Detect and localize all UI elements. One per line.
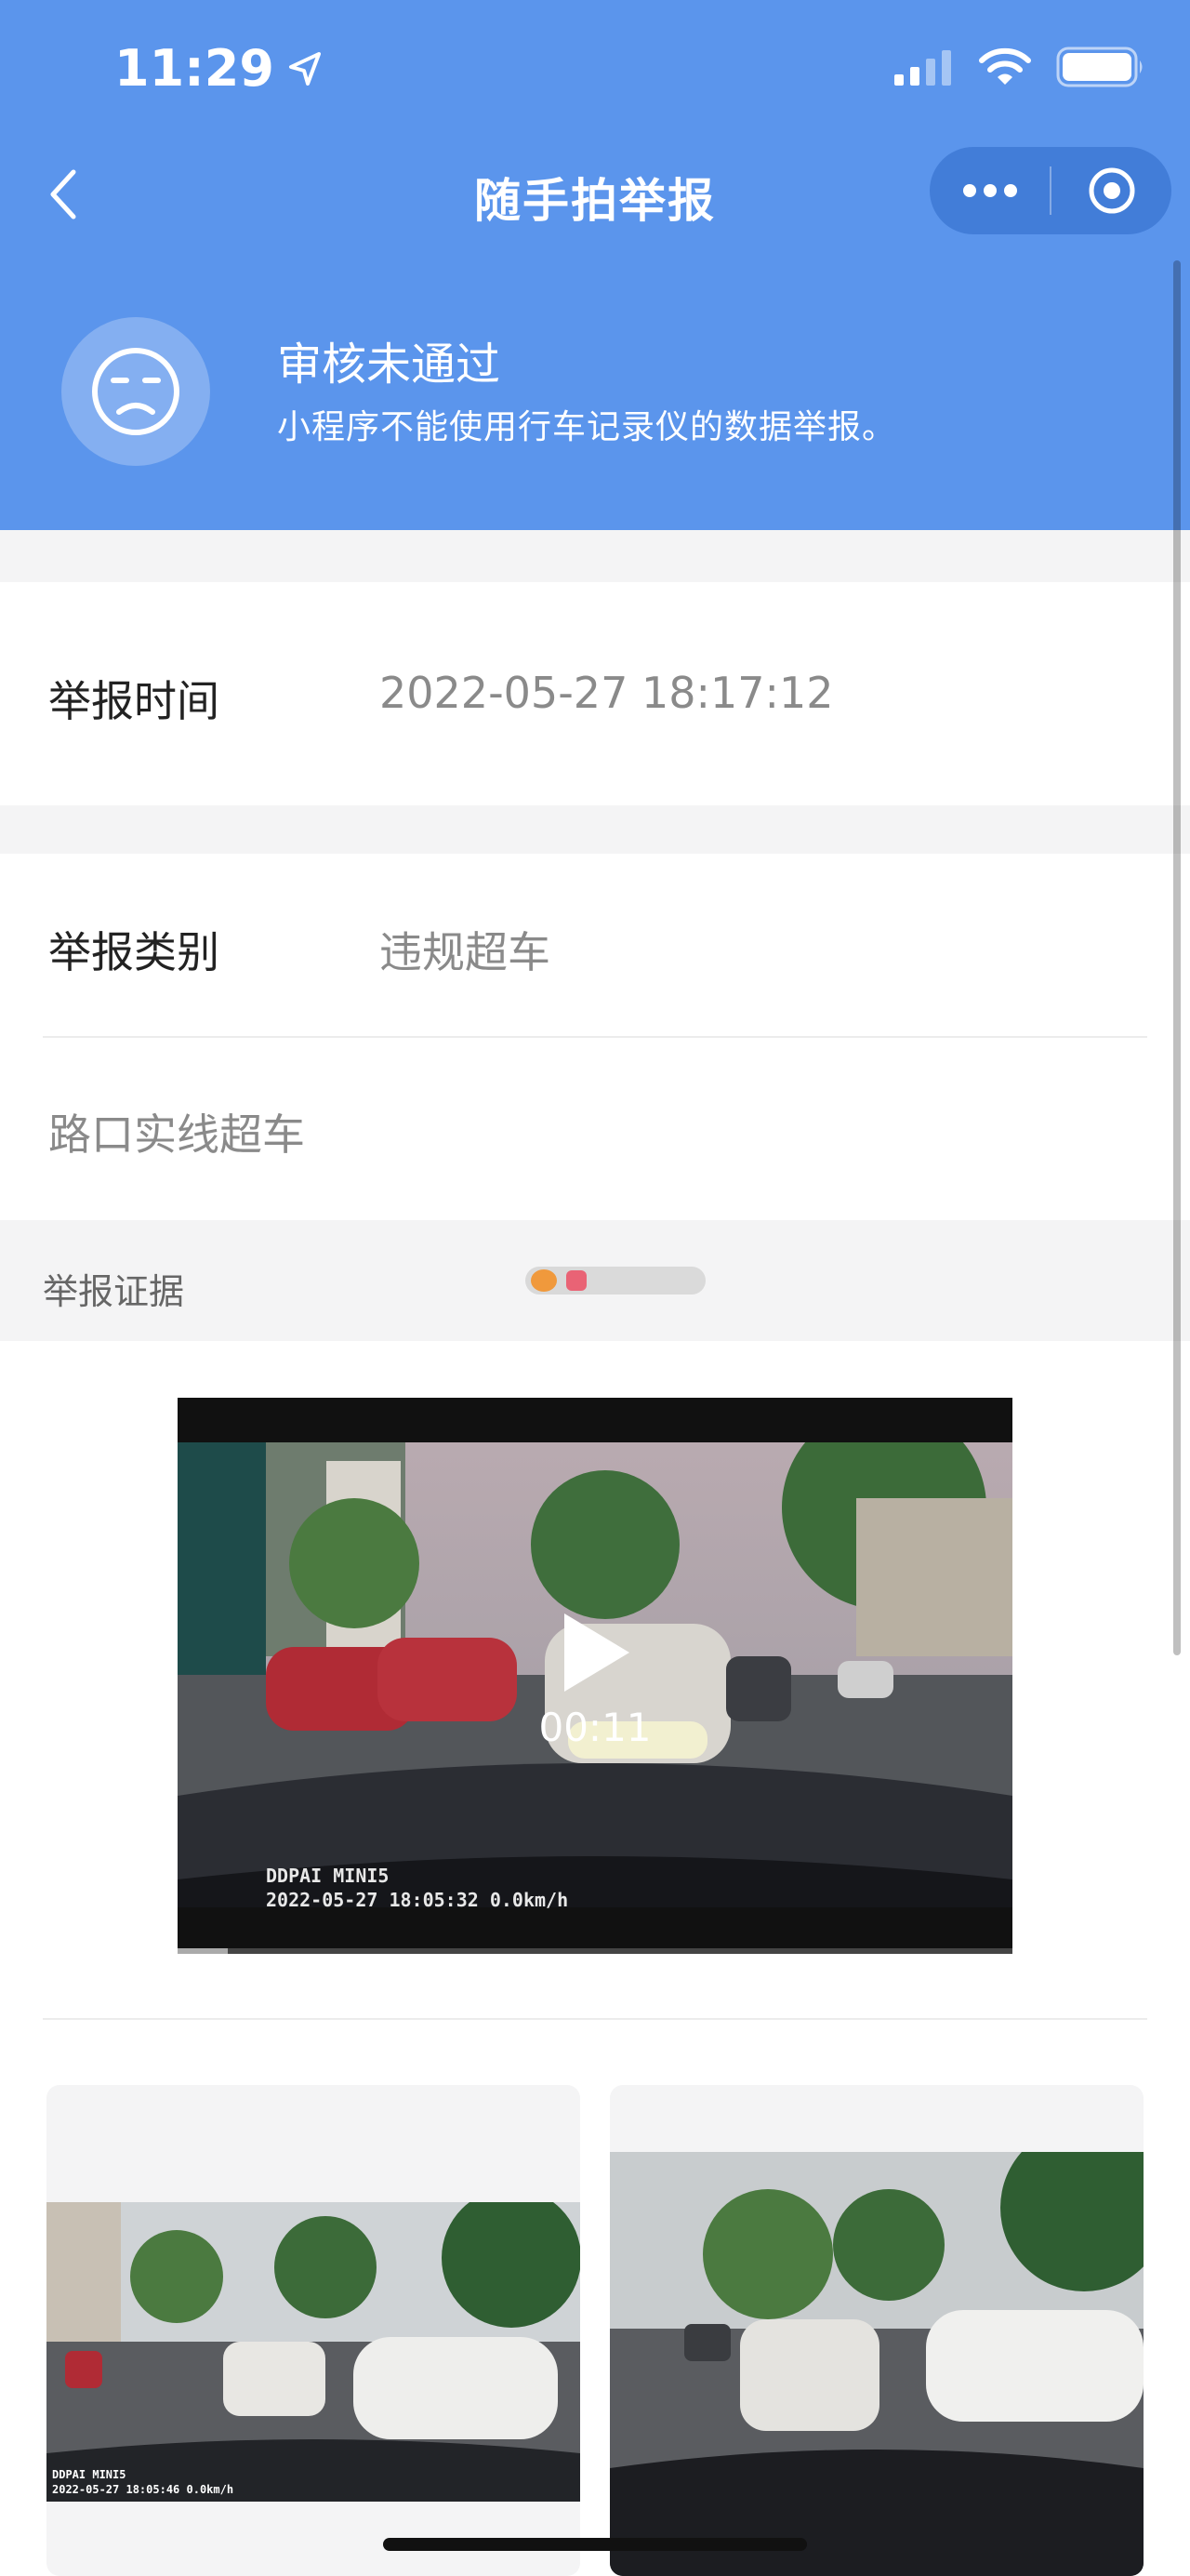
status-icons [892, 46, 1145, 87]
photo-osd-info: 2022-05-27 18:05:46 0.0km/h [52, 2483, 234, 2496]
watermark-badge [525, 1267, 706, 1295]
report-time-label: 举报时间 [48, 676, 219, 726]
video-duration: 00:11 [538, 1705, 652, 1750]
mini-program-capsule [930, 147, 1171, 234]
photo-osd-brand: DDPAI MINI5 [52, 2468, 126, 2481]
evidence-header: 举报证据 [0, 1220, 1190, 1341]
section-gap [0, 530, 1190, 582]
report-description: 路口实线超车 [48, 1109, 305, 1160]
evidence-photo-2[interactable] [610, 2085, 1144, 2576]
report-time-row: 举报时间 2022-05-27 18:17:12 [0, 582, 1190, 805]
audit-status: 审核未通过 小程序不能使用行车记录仪的数据举报。 [0, 307, 1190, 474]
status-time: 11:29 [114, 39, 324, 98]
signal-icon [894, 50, 951, 86]
status-time-text: 11:29 [114, 39, 274, 98]
audit-title: 审核未通过 [277, 339, 501, 391]
target-circle-icon [1089, 167, 1134, 214]
evidence-video[interactable]: 00:11 DDPAI MINI5 2022-05-27 18:05:32 0.… [178, 1398, 1012, 1954]
report-category-section: 举报类别 违规超车 路口实线超车 [0, 854, 1190, 1220]
evidence-label: 举报证据 [43, 1271, 185, 1312]
audit-message: 小程序不能使用行车记录仪的数据举报。 [277, 408, 897, 446]
more-dots-icon [962, 184, 1017, 197]
nav-bar: 随手拍举报 [0, 139, 1190, 251]
close-mini-program-button[interactable] [1051, 147, 1171, 234]
photo-thumbnail-1 [46, 2202, 580, 2502]
weibo-logo-icon [531, 1269, 557, 1292]
video-osd-info: 2022-05-27 18:05:32 0.0km/h [266, 1889, 569, 1911]
battery-icon [1056, 46, 1143, 87]
status-bar: 11:29 [0, 0, 1190, 139]
divider [43, 2018, 1147, 2020]
video-osd-brand: DDPAI MINI5 [266, 1865, 390, 1887]
report-category-label: 举报类别 [48, 927, 219, 977]
play-icon [564, 1613, 629, 1692]
app-logo-icon [566, 1270, 587, 1291]
wifi-icon [979, 47, 1031, 85]
section-gap [0, 805, 1190, 854]
photo-thumbnail-2 [610, 2152, 1144, 2576]
divider [43, 1036, 1147, 1038]
report-time-value: 2022-05-27 18:17:12 [379, 668, 834, 718]
location-arrow-icon [288, 51, 321, 86]
more-button[interactable] [930, 147, 1050, 234]
evidence-photo-1[interactable]: DDPAI MINI5 2022-05-27 18:05:46 0.0km/h [46, 2085, 580, 2576]
scrollbar[interactable] [1173, 260, 1181, 1655]
frown-face-icon [61, 317, 210, 466]
report-category-value: 违规超车 [379, 927, 550, 977]
header: 11:29 随手拍举报 审核未通过 小程序不能使用行车记录仪的数据举报。 [0, 0, 1190, 530]
video-progress-bar [178, 1948, 1012, 1954]
video-progress-fill [178, 1948, 228, 1954]
home-indicator[interactable] [383, 2538, 807, 2551]
